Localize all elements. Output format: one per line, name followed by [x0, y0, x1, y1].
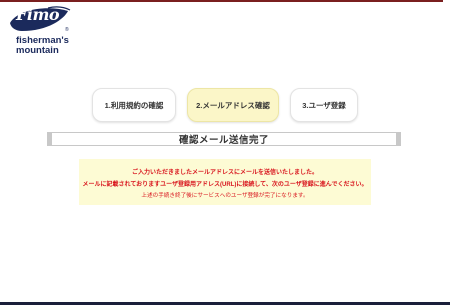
page-title: 確認メール送信完了 — [178, 135, 269, 146]
registered-mark: ® — [65, 27, 69, 33]
step-terms-confirmation: 1.利用規約の確認 — [92, 88, 176, 122]
notice-line-completion: 上述の手続き終了後にサービスへのユーザ登録が完了になります。 — [141, 193, 309, 199]
step-email-confirmation: 2.メールアドレス確認 — [187, 88, 279, 122]
site-logo[interactable]: Fimo ® fisherman's mountain — [8, 5, 72, 56]
registration-steps: 1.利用規約の確認 2.メールアドレス確認 3.ユーザ登録 — [0, 88, 450, 122]
top-accent-bar — [0, 0, 443, 2]
notice-box: ご入力いただきましたメールアドレスにメールを送信いたしました。 メールに記載され… — [79, 159, 371, 205]
notice-line-instruction: メールに記載されておりますユーザ登録用アドレス(URL)に接続して、次のユーザ登… — [82, 182, 368, 188]
notice-line-sent: ご入力いただきましたメールアドレスにメールを送信いたしました。 — [131, 170, 318, 176]
logo-wordmark-line2: mountain — [16, 45, 59, 56]
logo-script-text: Fimo — [16, 5, 60, 24]
step-user-registration: 3.ユーザ登録 — [290, 88, 358, 122]
page-title-bar: 確認メール送信完了 — [47, 132, 401, 146]
